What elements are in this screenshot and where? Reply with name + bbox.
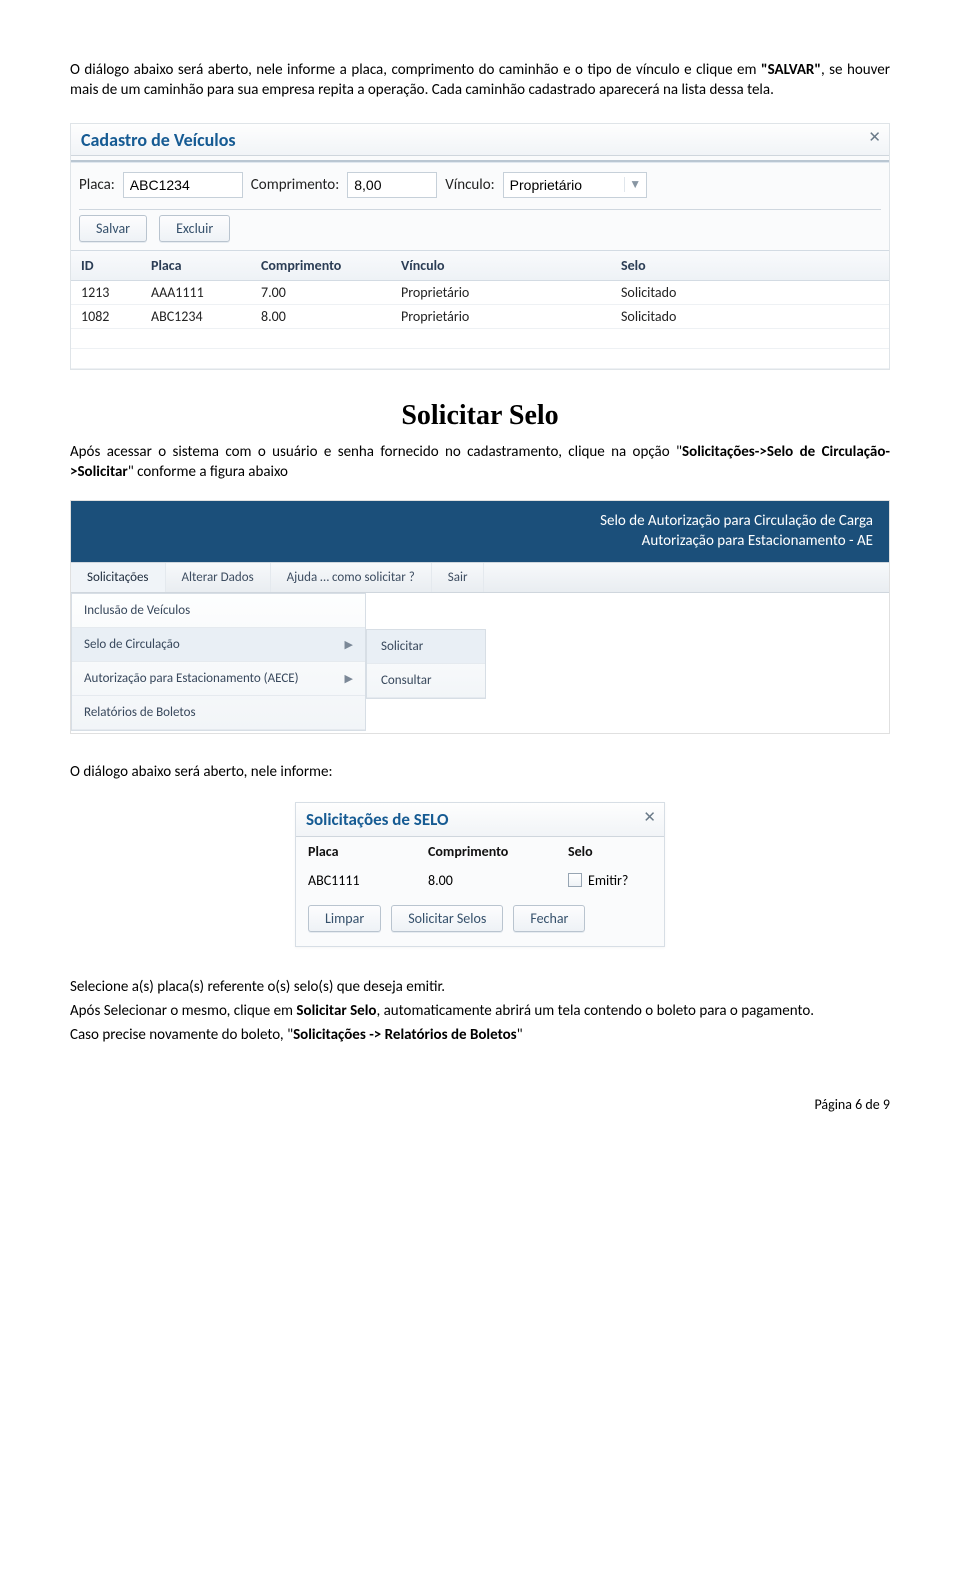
th-placa: Placa	[151, 257, 261, 274]
caret-right-icon: ▶	[345, 672, 353, 685]
divider	[71, 160, 889, 162]
menu-solicitacoes[interactable]: Solicitações	[71, 563, 166, 592]
select-vinculo[interactable]: ▼	[503, 172, 647, 198]
chevron-down-icon[interactable]: ▼	[624, 177, 646, 192]
cell-id: 1213	[81, 284, 151, 301]
menubar: Solicitações Alterar Dados Ajuda … como …	[71, 562, 889, 593]
cell-id: 1082	[81, 308, 151, 325]
banner-line2: Autorização para Estacionamento - AE	[87, 531, 873, 551]
mid-c: conforme a figura abaixo	[134, 463, 288, 481]
close-icon[interactable]: ✕	[643, 808, 656, 827]
dialog1-titlebar: Cadastro de Veículos ✕	[71, 124, 889, 156]
cell-vinc: Proprietário	[401, 308, 621, 325]
bottom-p2c: , automaticamente abrirá um tela contend…	[376, 1002, 814, 1020]
intro-paragraph: O diálogo abaixo será aberto, nele infor…	[70, 60, 890, 101]
flyout-item-solicitar[interactable]: Solicitar	[367, 630, 485, 664]
after-menu-text: O diálogo abaixo será aberto, nele infor…	[70, 762, 890, 782]
bottom-p3a: Caso precise novamente do boleto,	[70, 1026, 287, 1044]
fechar-button[interactable]: Fechar	[513, 905, 585, 932]
th-placa: Placa	[308, 843, 428, 860]
select-vinculo-value[interactable]	[504, 174, 624, 196]
close-icon[interactable]: ✕	[868, 128, 881, 147]
input-comprimento[interactable]	[347, 172, 437, 198]
flyout-item-consultar[interactable]: Consultar	[367, 664, 485, 698]
table-row[interactable]: 1082 ABC1234 8.00 Proprietário Solicitad…	[71, 305, 889, 329]
dropdown-item-aece[interactable]: Autorização para Estacionamento (AECE) ▶	[72, 662, 365, 696]
solicitar-selos-button[interactable]: Solicitar Selos	[391, 905, 503, 932]
dropdown-label: Inclusão de Veículos	[84, 603, 190, 618]
cell-selo: Solicitado	[621, 308, 851, 325]
dropdown-item-relatorios-boletos[interactable]: Relatórios de Boletos	[72, 696, 365, 730]
page-number: Página 6 de 9	[814, 1096, 890, 1113]
bottom-p1: Selecione a(s) placa(s) referente o(s) s…	[70, 977, 890, 997]
dialog2-header-row: Placa Comprimento Selo	[296, 837, 664, 866]
dialog-solicitacoes-selo: Solicitações de SELO ✕ Placa Comprimento…	[295, 802, 665, 947]
dialog1-table-header: ID Placa Comprimento Vínculo Selo	[71, 250, 889, 281]
cell-comp: 8.00	[428, 872, 568, 889]
table-row[interactable]: 1213 AAA1111 7.00 Proprietário Solicitad…	[71, 281, 889, 305]
cell-placa: ABC1234	[151, 308, 261, 325]
input-placa[interactable]	[123, 172, 243, 198]
intro-text-a: O diálogo abaixo será aberto, nele infor…	[70, 61, 761, 79]
banner-line1: Selo de Autorização para Circulação de C…	[87, 511, 873, 531]
dialog2-row: ABC1111 8.00 Emitir?	[296, 866, 664, 895]
menu-screenshot: Selo de Autorização para Circulação de C…	[70, 500, 890, 734]
limpar-button[interactable]: Limpar	[308, 905, 381, 932]
dialog1-title: Cadastro de Veículos	[81, 129, 236, 151]
cell-comp: 8.00	[261, 308, 401, 325]
caret-right-icon: ▶	[345, 638, 353, 651]
flyout-selo-circulacao: Solicitar Consultar	[366, 629, 486, 699]
dialog2-button-row: Limpar Solicitar Selos Fechar	[296, 895, 664, 946]
section-heading: Solicitar Selo	[70, 400, 890, 432]
th-comprimento: Comprimento	[261, 257, 401, 274]
label-emitir: Emitir?	[588, 872, 628, 889]
dropdown-label: Selo de Circulação	[84, 637, 180, 652]
dropdown-label: Relatórios de Boletos	[84, 705, 196, 720]
bottom-p3: Caso precise novamente do boleto, "Solic…	[70, 1025, 890, 1045]
mid-a: Após acessar o sistema com o usuário e s…	[70, 443, 676, 461]
divider	[79, 209, 881, 210]
menu-alterar-dados[interactable]: Alterar Dados	[166, 563, 271, 592]
mid-paragraph: Após acessar o sistema com o usuário e s…	[70, 442, 890, 483]
table-row-empty	[71, 349, 889, 369]
dropdown-label: Autorização para Estacionamento (AECE)	[84, 671, 299, 686]
dropdown-solicitacoes: Inclusão de Veículos Selo de Circulação ▶…	[71, 593, 366, 731]
dialog2-title: Solicitações de SELO	[306, 809, 449, 830]
checkbox-emitir[interactable]	[568, 873, 582, 887]
dialog1-table-body: 1213 AAA1111 7.00 Proprietário Solicitad…	[71, 281, 889, 369]
menu-ajuda[interactable]: Ajuda … como solicitar ?	[271, 563, 432, 592]
dialog1-form-row: Placa: Comprimento: Vínculo: ▼	[71, 172, 889, 206]
excluir-button[interactable]: Excluir	[159, 215, 230, 242]
label-comprimento: Comprimento:	[251, 176, 339, 194]
bottom-p2a: Após Selecionar o mesmo, clique em	[70, 1002, 296, 1020]
dropdown-item-selo-circulacao[interactable]: Selo de Circulação ▶	[72, 628, 365, 662]
th-id: ID	[81, 257, 151, 274]
app-banner: Selo de Autorização para Circulação de C…	[71, 501, 889, 562]
page-footer: Página 6 de 9	[70, 1096, 890, 1113]
dialog2-titlebar: Solicitações de SELO ✕	[296, 803, 664, 837]
bottom-p2: Após Selecionar o mesmo, clique em Solic…	[70, 1001, 890, 1021]
bottom-p3b: Solicitações -> Relatórios de Boletos	[293, 1026, 517, 1044]
th-selo: Selo	[568, 843, 668, 860]
cell-placa: AAA1111	[151, 284, 261, 301]
intro-text-b: SALVAR	[768, 61, 815, 79]
th-vinculo: Vínculo	[401, 257, 621, 274]
salvar-button[interactable]: Salvar	[79, 215, 147, 242]
dialog-cadastro-veiculos: Cadastro de Veículos ✕ Placa: Compriment…	[70, 123, 890, 370]
th-selo: Selo	[621, 257, 851, 274]
label-vinculo: Vínculo:	[445, 176, 494, 194]
cell-vinc: Proprietário	[401, 284, 621, 301]
th-comp: Comprimento	[428, 843, 568, 860]
cell-selo: Solicitado	[621, 284, 851, 301]
menu-sair[interactable]: Sair	[432, 563, 485, 592]
cell-placa: ABC1111	[308, 872, 428, 889]
dialog1-button-row: Salvar Excluir	[71, 215, 889, 250]
cell-comp: 7.00	[261, 284, 401, 301]
submenu-area: Inclusão de Veículos Selo de Circulação ▶…	[71, 593, 889, 733]
table-row-empty	[71, 329, 889, 349]
bottom-p2b: Solicitar Selo	[296, 1002, 376, 1020]
label-placa: Placa:	[79, 176, 115, 194]
dropdown-item-inclusao-veiculos[interactable]: Inclusão de Veículos	[72, 594, 365, 628]
